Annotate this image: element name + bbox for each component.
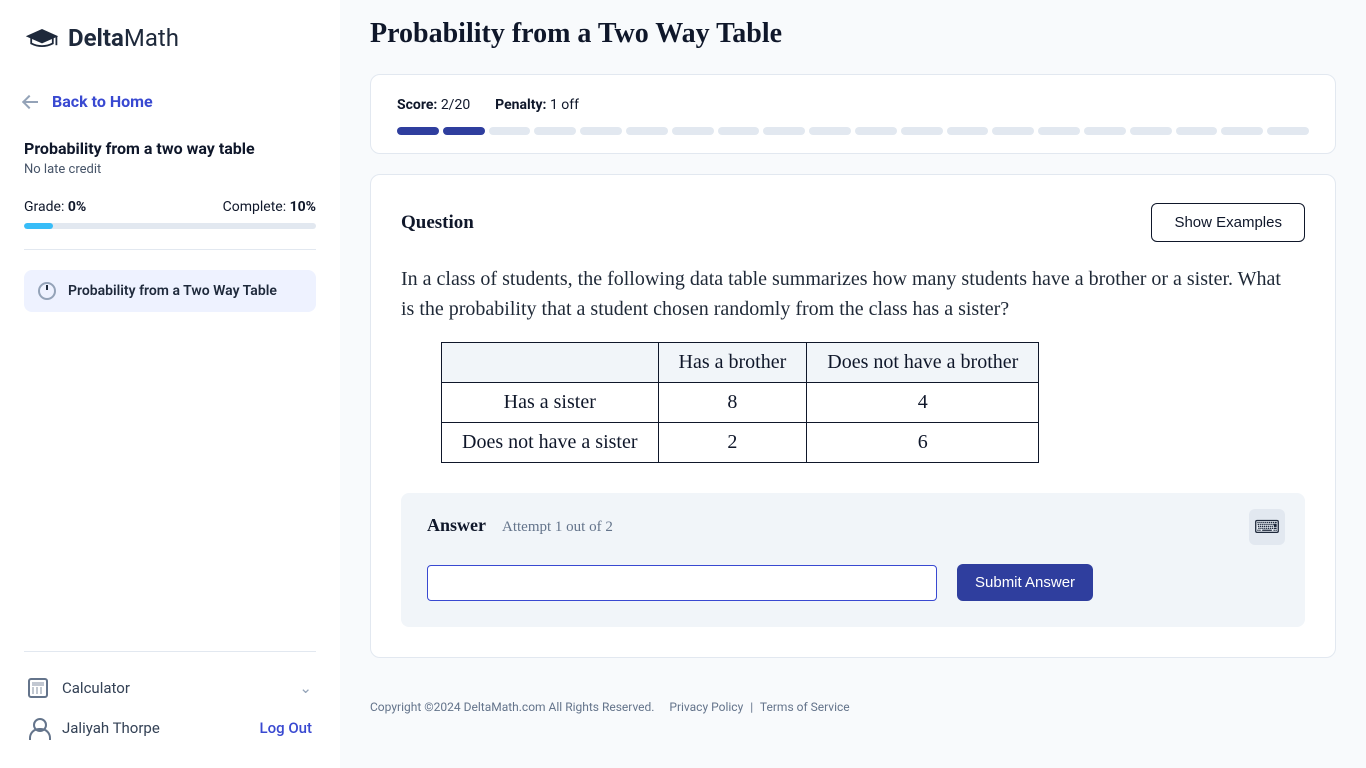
question-heading: Question bbox=[401, 212, 474, 234]
progress-segment bbox=[443, 127, 485, 135]
assignment-progress-bar bbox=[24, 223, 316, 229]
score-progress-segments bbox=[397, 127, 1309, 135]
calculator-label: Calculator bbox=[62, 679, 130, 697]
table-row: Does not have a sister 2 6 bbox=[442, 423, 1039, 463]
progress-segment bbox=[947, 127, 989, 135]
complete-value: 10% bbox=[290, 199, 316, 215]
attempt-text: Attempt 1 out of 2 bbox=[502, 519, 613, 536]
timer-icon bbox=[38, 282, 56, 300]
progress-segment bbox=[763, 127, 805, 135]
arrow-left-icon bbox=[24, 94, 40, 110]
assignment-progress-fill bbox=[24, 223, 53, 229]
score-line: Score: 2/20 Penalty: 1 off bbox=[397, 97, 1309, 113]
user-name: Jaliyah Thorpe bbox=[62, 719, 160, 737]
grade-value: 0% bbox=[68, 199, 86, 215]
progress-segment bbox=[1084, 127, 1126, 135]
cell: 4 bbox=[807, 383, 1039, 423]
cell: 6 bbox=[807, 423, 1039, 463]
keyboard-icon: ⌨ bbox=[1254, 517, 1280, 538]
progress-segment bbox=[855, 127, 897, 135]
table-header-col1: Has a brother bbox=[658, 343, 807, 383]
progress-segment bbox=[901, 127, 943, 135]
progress-segment bbox=[809, 127, 851, 135]
score-label: Score: bbox=[397, 97, 437, 113]
cell: 8 bbox=[658, 383, 807, 423]
brand-name: DeltaMath bbox=[68, 24, 179, 52]
assignment-subtitle: No late credit bbox=[24, 162, 316, 177]
progress-segment bbox=[1130, 127, 1172, 135]
row-label: Has a sister bbox=[442, 383, 659, 423]
question-text: In a class of students, the following da… bbox=[401, 264, 1291, 324]
main-content: Probability from a Two Way Table Score: … bbox=[340, 0, 1366, 768]
progress-segment bbox=[992, 127, 1034, 135]
user-icon bbox=[28, 718, 48, 738]
complete-label: Complete: bbox=[223, 199, 286, 215]
calculator-icon bbox=[28, 678, 48, 698]
copyright-text: Copyright ©2024 DeltaMath.com All Rights… bbox=[370, 700, 654, 714]
penalty-value: 1 off bbox=[550, 97, 579, 113]
answer-heading: Answer bbox=[427, 515, 486, 536]
privacy-link[interactable]: Privacy Policy bbox=[669, 700, 743, 714]
progress-segment bbox=[672, 127, 714, 135]
divider bbox=[24, 249, 316, 250]
skill-item[interactable]: Probability from a Two Way Table bbox=[24, 270, 316, 312]
progress-segment bbox=[489, 127, 531, 135]
terms-link[interactable]: Terms of Service bbox=[760, 700, 850, 714]
progress-segment bbox=[534, 127, 576, 135]
progress-segment bbox=[1038, 127, 1080, 135]
progress-segment bbox=[397, 127, 439, 135]
page-footer: Copyright ©2024 DeltaMath.com All Rights… bbox=[370, 682, 1336, 714]
sidebar: DeltaMath Back to Home Probability from … bbox=[0, 0, 340, 768]
back-to-home-link[interactable]: Back to Home bbox=[24, 92, 316, 111]
submit-answer-button[interactable]: Submit Answer bbox=[957, 564, 1093, 601]
score-value: 2/20 bbox=[441, 97, 470, 113]
sidebar-footer: Calculator ⌄ Jaliyah Thorpe Log Out bbox=[24, 651, 316, 768]
table-row: Has a sister 8 4 bbox=[442, 383, 1039, 423]
back-to-home-label: Back to Home bbox=[52, 92, 153, 111]
page-title: Probability from a Two Way Table bbox=[370, 18, 1336, 50]
chevron-down-icon: ⌄ bbox=[299, 679, 312, 697]
penalty-label: Penalty: bbox=[495, 97, 546, 113]
skill-label: Probability from a Two Way Table bbox=[68, 283, 277, 299]
progress-segment bbox=[1176, 127, 1218, 135]
assignment-stats: Grade: 0% Complete: 10% bbox=[24, 199, 316, 215]
progress-segment bbox=[580, 127, 622, 135]
question-card: Question Show Examples In a class of stu… bbox=[370, 174, 1336, 658]
footer-separator: | bbox=[750, 700, 753, 714]
user-row: Jaliyah Thorpe Log Out bbox=[24, 708, 316, 748]
assignment-title: Probability from a two way table bbox=[24, 139, 316, 158]
brand-logo: DeltaMath bbox=[24, 24, 316, 52]
calculator-toggle[interactable]: Calculator ⌄ bbox=[24, 668, 316, 708]
progress-segment bbox=[1267, 127, 1309, 135]
progress-segment bbox=[626, 127, 668, 135]
graduation-cap-icon bbox=[24, 27, 60, 49]
data-table: Has a brother Does not have a brother Ha… bbox=[441, 342, 1039, 463]
table-header-blank bbox=[442, 343, 659, 383]
progress-segment bbox=[1221, 127, 1263, 135]
answer-input[interactable] bbox=[427, 565, 937, 601]
cell: 2 bbox=[658, 423, 807, 463]
show-examples-button[interactable]: Show Examples bbox=[1151, 203, 1305, 242]
progress-segment bbox=[718, 127, 760, 135]
row-label: Does not have a sister bbox=[442, 423, 659, 463]
logout-link[interactable]: Log Out bbox=[259, 719, 312, 737]
grade-label: Grade: bbox=[24, 199, 64, 215]
keyboard-button[interactable]: ⌨ bbox=[1249, 509, 1285, 545]
answer-panel: ⌨ Answer Attempt 1 out of 2 Submit Answe… bbox=[401, 493, 1305, 627]
score-card: Score: 2/20 Penalty: 1 off bbox=[370, 74, 1336, 154]
table-header-col2: Does not have a brother bbox=[807, 343, 1039, 383]
